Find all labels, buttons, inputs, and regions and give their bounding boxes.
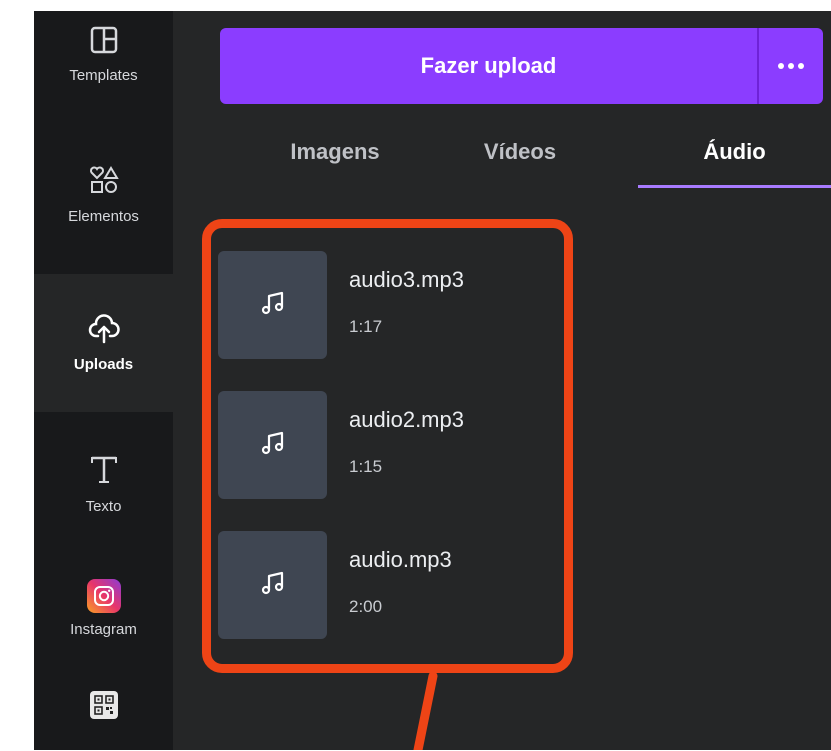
media-type-tabs: Imagens Vídeos Áudio bbox=[220, 129, 831, 191]
sidebar-item-label: Texto bbox=[85, 498, 122, 515]
side-rail: Templates Elementos Uploads Texto Instag bbox=[34, 11, 173, 750]
tab-imagens[interactable]: Imagens bbox=[260, 129, 410, 189]
cloud-upload-icon bbox=[88, 314, 120, 348]
list-item[interactable]: audio3.mp3 1:17 bbox=[218, 251, 558, 359]
sidebar-item-uploads[interactable]: Uploads bbox=[34, 274, 173, 412]
music-note-icon bbox=[260, 570, 286, 601]
templates-icon bbox=[89, 25, 119, 59]
sidebar-item-templates[interactable]: Templates bbox=[34, 11, 173, 121]
music-note-icon bbox=[260, 290, 286, 321]
more-options-button[interactable] bbox=[757, 28, 823, 104]
more-horizontal-icon bbox=[777, 57, 805, 75]
sidebar-item-label: Uploads bbox=[73, 356, 134, 373]
list-item[interactable]: audio2.mp3 1:15 bbox=[218, 391, 558, 499]
audio-duration: 1:17 bbox=[349, 317, 383, 336]
editor-app: Templates Elementos Uploads Texto Instag bbox=[34, 11, 831, 750]
tab-videos[interactable]: Vídeos bbox=[445, 129, 595, 189]
audio-thumbnail bbox=[218, 251, 327, 359]
tab-audio[interactable]: Áudio bbox=[638, 129, 831, 189]
list-item[interactable]: audio.mp3 2:00 bbox=[218, 531, 558, 639]
sidebar-item-instagram[interactable]: Instagram bbox=[34, 579, 173, 679]
audio-thumbnail bbox=[218, 531, 327, 639]
sidebar-item-label: Elementos bbox=[68, 208, 139, 225]
sidebar-item-qr-code[interactable] bbox=[34, 691, 173, 751]
sidebar-item-label: Templates bbox=[69, 67, 138, 84]
upload-button[interactable]: Fazer upload bbox=[220, 28, 757, 104]
text-icon bbox=[88, 452, 120, 490]
audio-file-name: audio2.mp3 bbox=[349, 407, 464, 432]
elements-icon bbox=[88, 164, 120, 200]
qr-code-icon bbox=[89, 691, 118, 719]
audio-file-name: audio.mp3 bbox=[349, 547, 452, 572]
upload-button-group: Fazer upload bbox=[220, 28, 823, 104]
audio-thumbnail bbox=[218, 391, 327, 499]
audio-duration: 1:15 bbox=[349, 457, 383, 476]
instagram-icon bbox=[86, 579, 121, 613]
music-note-icon bbox=[260, 430, 286, 461]
active-tab-indicator bbox=[638, 185, 831, 188]
sidebar-item-texto[interactable]: Texto bbox=[34, 444, 173, 544]
sidebar-item-label: Instagram bbox=[70, 621, 137, 638]
audio-file-name: audio3.mp3 bbox=[349, 267, 464, 292]
audio-duration: 2:00 bbox=[349, 597, 383, 616]
sidebar-item-elementos[interactable]: Elementos bbox=[34, 152, 173, 272]
